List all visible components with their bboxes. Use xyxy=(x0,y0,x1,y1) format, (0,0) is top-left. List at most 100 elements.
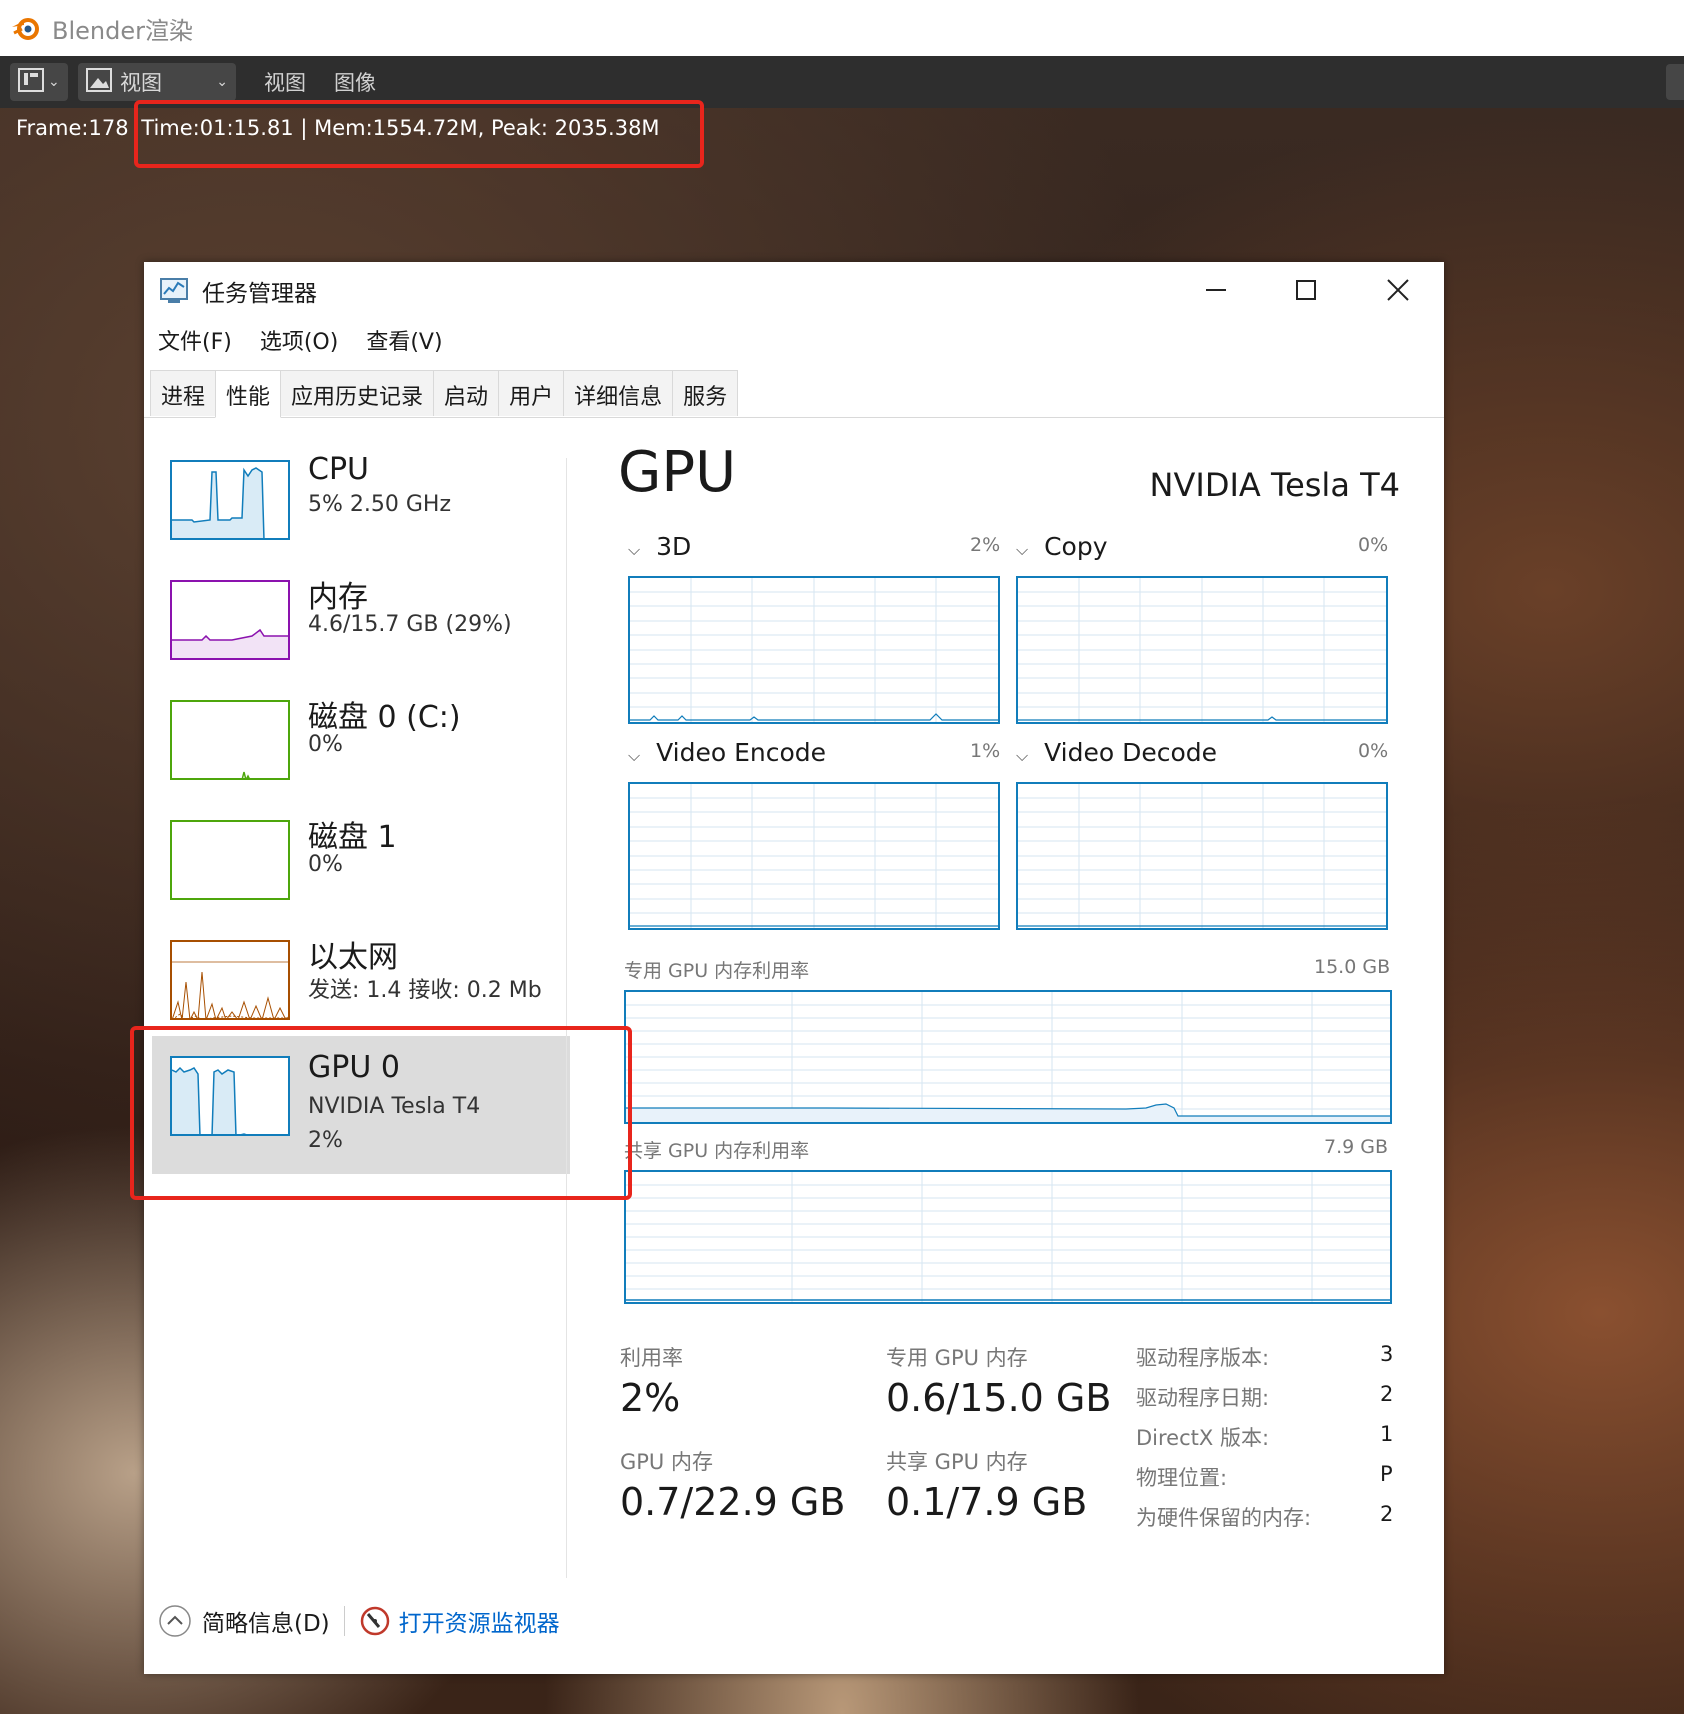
sidebar-disk0-usage: 0% xyxy=(308,732,343,757)
close-icon xyxy=(1387,279,1409,301)
sidebar-item-disk0[interactable]: 磁盘 0 (C:) 0% xyxy=(152,690,570,810)
engine-copy-selector[interactable]: ⌵ Copy xyxy=(1016,532,1108,561)
tm-menubar: 文件(F) 选项(O) 查看(V) xyxy=(158,324,471,356)
sidebar-ethernet-usage: 发送: 1.4 接收: 0.2 Mb xyxy=(308,978,542,1003)
engine-3d-graph xyxy=(628,576,1000,724)
engine-3d-selector[interactable]: ⌵ 3D xyxy=(628,532,691,561)
tab-users[interactable]: 用户 xyxy=(498,370,565,416)
engine-copy-pct: 0% xyxy=(1358,534,1389,556)
physical-location-label: 物理位置: xyxy=(1136,1466,1228,1490)
editor-type-button[interactable]: ⌄ xyxy=(10,63,68,101)
sidebar-ethernet-name: 以太网 xyxy=(308,940,398,975)
gpu-memory-label: GPU 内存 xyxy=(620,1450,713,1474)
physical-location-value: P xyxy=(1380,1462,1393,1486)
menu-file[interactable]: 文件(F) xyxy=(158,324,232,356)
utilization-value: 2% xyxy=(620,1376,681,1420)
tab-startup[interactable]: 启动 xyxy=(433,370,500,416)
cpu-thumbnail-graph xyxy=(170,460,290,540)
tm-tabs: 进程 性能 应用历史记录 启动 用户 详细信息 服务 xyxy=(144,370,1444,418)
shared-memory-caption: 共享 GPU 内存利用率 xyxy=(624,1140,810,1162)
stats-highlight-box xyxy=(134,100,704,168)
chevron-down-icon: ⌵ xyxy=(628,540,641,559)
chevron-down-icon: ⌵ xyxy=(1016,540,1029,559)
image-editor-icon xyxy=(18,67,44,97)
engine-video-encode-label: Video Encode xyxy=(656,738,827,767)
chevron-down-icon: ⌵ xyxy=(628,746,641,765)
engine-video-decode-selector[interactable]: ⌵ Video Decode xyxy=(1016,738,1217,767)
engine-3d-label: 3D xyxy=(656,532,692,561)
engine-video-encode-graph xyxy=(628,782,1000,930)
chevron-down-icon: ⌄ xyxy=(216,74,228,90)
task-manager-icon xyxy=(160,276,190,304)
shared-memory-graph xyxy=(624,1170,1392,1304)
tab-processes[interactable]: 进程 xyxy=(150,370,217,416)
blender-titlebar: Blender渲染 xyxy=(0,0,1684,56)
gpu-model-name: NVIDIA Tesla T4 xyxy=(1149,466,1400,504)
hardware-reserved-memory-label: 为硬件保留的内存: xyxy=(1136,1506,1312,1530)
engine-video-decode-label: Video Decode xyxy=(1044,738,1218,767)
sidebar-item-cpu[interactable]: CPU 5% 2.50 GHz xyxy=(152,450,570,570)
tab-details[interactable]: 详细信息 xyxy=(563,370,674,416)
footer-separator xyxy=(343,1606,345,1636)
directx-version-value: 1 xyxy=(1380,1422,1394,1446)
engine-copy-graph xyxy=(1016,576,1388,724)
driver-version-value: 3 xyxy=(1380,1342,1394,1366)
gpu-memory-value: 0.7/22.9 GB xyxy=(620,1480,846,1524)
image-icon xyxy=(86,67,112,97)
resource-monitor-label: 打开资源监视器 xyxy=(398,1611,560,1637)
tab-performance[interactable]: 性能 xyxy=(215,370,282,418)
utilization-label: 利用率 xyxy=(620,1346,683,1370)
maximize-button[interactable] xyxy=(1278,270,1334,310)
sidebar-memory-name: 内存 xyxy=(308,580,368,615)
hardware-reserved-memory-value: 2 xyxy=(1380,1502,1394,1526)
tab-app-history[interactable]: 应用历史记录 xyxy=(280,370,435,416)
tm-title: 任务管理器 xyxy=(202,281,317,307)
maximize-icon xyxy=(1296,280,1316,300)
dedicated-memory-value: 0.6/15.0 GB xyxy=(886,1376,1112,1420)
engine-video-decode-pct: 0% xyxy=(1358,740,1389,762)
collapse-summary-button[interactable]: 简略信息(D) xyxy=(158,1604,330,1638)
window-title: Blender渲染 xyxy=(52,16,193,45)
driver-date-value: 2 xyxy=(1380,1382,1394,1406)
tm-titlebar: 任务管理器 xyxy=(144,262,1444,316)
menu-options[interactable]: 选项(O) xyxy=(260,324,338,356)
ethernet-thumbnail-graph xyxy=(170,940,290,1020)
blender-logo-icon xyxy=(8,11,42,45)
task-manager-window: 任务管理器 文件(F) 选项(O) 查看(V) 进程 性能 应用历史记录 启动 … xyxy=(144,262,1444,1674)
close-button[interactable] xyxy=(1370,270,1426,310)
directx-version-label: DirectX 版本: xyxy=(1136,1426,1270,1450)
menu-view[interactable]: 查看(V) xyxy=(366,324,442,356)
disk0-thumbnail-graph xyxy=(170,700,290,780)
sidebar-disk0-name: 磁盘 0 (C:) xyxy=(308,700,461,735)
engine-copy-label: Copy xyxy=(1044,532,1108,561)
dedicated-memory-caption: 专用 GPU 内存利用率 xyxy=(624,960,810,982)
engine-video-encode-selector[interactable]: ⌵ Video Encode xyxy=(628,738,826,767)
chevron-down-icon: ⌄ xyxy=(48,74,60,90)
driver-date-label: 驱动程序日期: xyxy=(1136,1386,1270,1410)
view-mode-dropdown[interactable]: 视图 ⌄ xyxy=(78,63,236,101)
sidebar-item-memory[interactable]: 内存 4.6/15.7 GB (29%) xyxy=(152,570,570,690)
menu-view[interactable]: 视图 xyxy=(264,67,306,97)
menu-image[interactable]: 图像 xyxy=(334,67,376,97)
shared-memory-value: 0.1/7.9 GB xyxy=(886,1480,1088,1524)
sidebar-memory-usage: 4.6/15.7 GB (29%) xyxy=(308,612,512,637)
resource-monitor-icon xyxy=(360,1606,389,1636)
shared-memory-label: 共享 GPU 内存 xyxy=(886,1450,1028,1474)
minimize-button[interactable] xyxy=(1188,270,1244,310)
open-resource-monitor-link[interactable]: 打开资源监视器 xyxy=(359,1604,560,1638)
sidebar-cpu-name: CPU xyxy=(308,452,369,487)
driver-version-label: 驱动程序版本: xyxy=(1136,1346,1270,1370)
sidebar-cpu-usage: 5% 2.50 GHz xyxy=(308,492,452,517)
summary-label: 简略信息(D) xyxy=(202,1611,330,1637)
gpu-heading: GPU xyxy=(618,440,737,505)
tab-services[interactable]: 服务 xyxy=(672,370,739,416)
sidebar-disk1-usage: 0% xyxy=(308,852,343,877)
header-right-button[interactable] xyxy=(1666,64,1684,100)
dedicated-memory-label: 专用 GPU 内存 xyxy=(886,1346,1028,1370)
chevron-up-circle-icon xyxy=(159,1605,191,1637)
engine-video-encode-pct: 1% xyxy=(970,740,1001,762)
shared-memory-max: 7.9 GB xyxy=(1324,1136,1389,1158)
frame-counter: Frame:178 xyxy=(16,116,129,140)
sidebar-item-disk1[interactable]: 磁盘 1 0% xyxy=(152,810,570,930)
dedicated-memory-max: 15.0 GB xyxy=(1314,956,1391,978)
